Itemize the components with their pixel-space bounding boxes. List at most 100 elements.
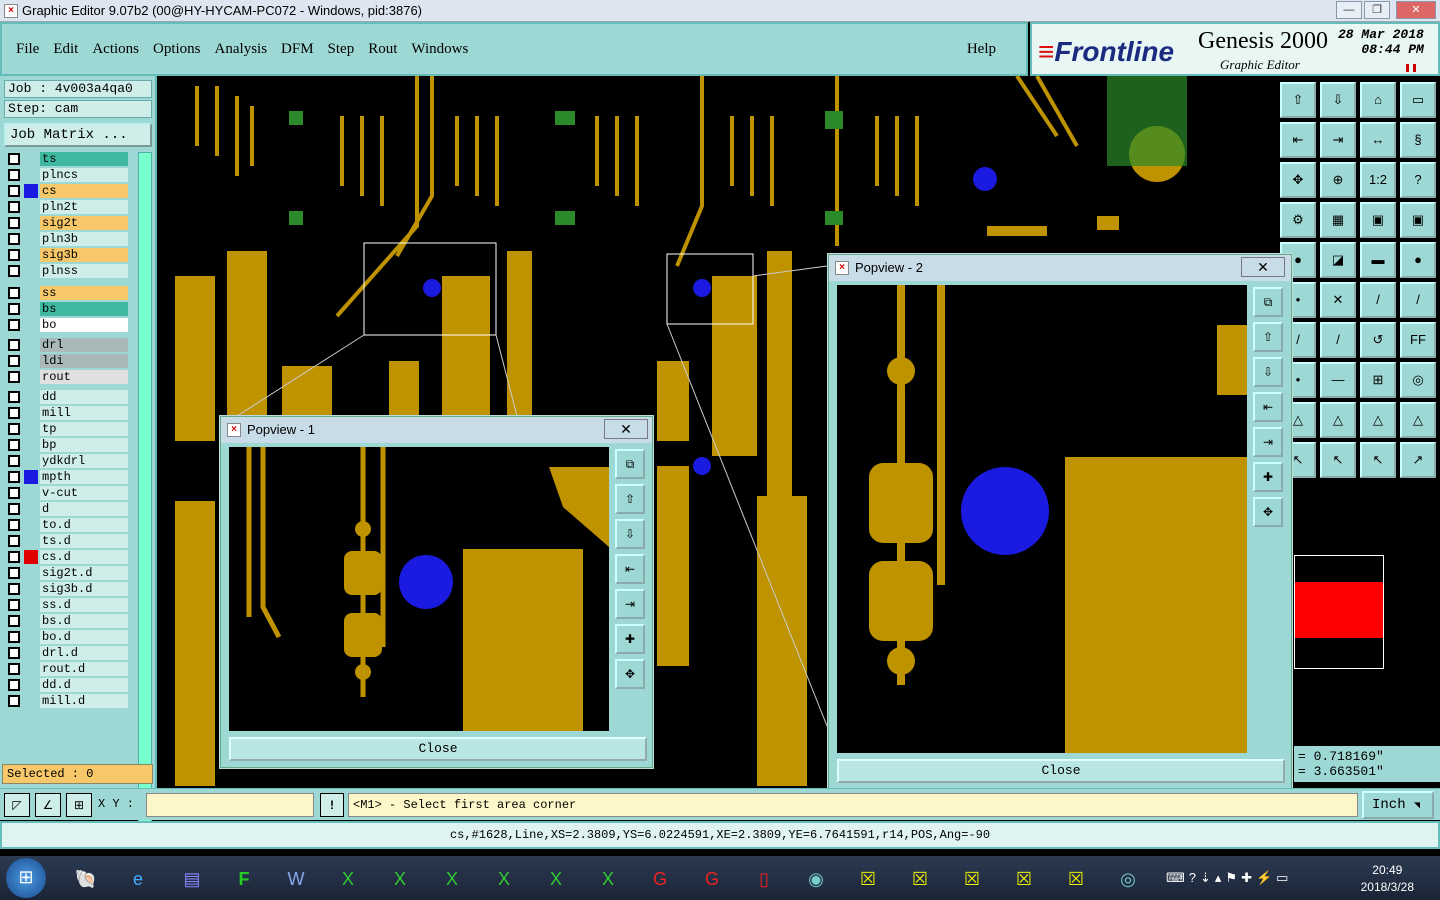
layer-row[interactable]: mill.d — [4, 694, 128, 708]
layer-row[interactable]: v-cut — [4, 486, 128, 500]
layer-list-scrollbar[interactable] — [138, 152, 152, 834]
layer-checkbox[interactable] — [8, 287, 20, 299]
layer-checkbox[interactable] — [8, 567, 20, 579]
ie-icon[interactable]: e — [116, 860, 160, 898]
window-x-icon-3[interactable]: ☒ — [950, 860, 994, 898]
genesis-icon-1[interactable]: G — [638, 860, 682, 898]
tool-button-icon[interactable]: ⇧ — [1280, 82, 1316, 118]
tool-button-icon[interactable]: ▬ — [1360, 242, 1396, 278]
tool-button-icon[interactable]: ▦ — [1320, 202, 1356, 238]
popview-1-zoom-in-icon[interactable]: ✚ — [615, 624, 645, 654]
tool-button-icon[interactable]: ↗ — [1400, 442, 1436, 478]
tool-button-icon[interactable]: ⊕ — [1320, 162, 1356, 198]
layer-checkbox[interactable] — [8, 355, 20, 367]
layer-checkbox[interactable] — [8, 695, 20, 707]
tool-button-icon[interactable]: § — [1400, 122, 1436, 158]
tool-button-icon[interactable]: ↔ — [1360, 122, 1396, 158]
layer-name[interactable]: bp — [40, 438, 128, 452]
tool-button-icon[interactable]: ▭ — [1400, 82, 1436, 118]
layer-row[interactable]: ts.d — [4, 534, 128, 548]
layer-checkbox[interactable] — [8, 303, 20, 315]
popview-2-close-button[interactable]: Close — [837, 759, 1285, 783]
units-selector[interactable]: Inch ◥ — [1362, 791, 1434, 819]
shell-icon[interactable]: 🐚 — [64, 860, 108, 898]
grid-tool-icon[interactable]: ⊞ — [66, 793, 92, 817]
layer-name[interactable]: mpth — [40, 470, 128, 484]
tool-button-icon[interactable]: 1:2 — [1360, 162, 1396, 198]
popview-1-pan-down-icon[interactable]: ⇩ — [615, 519, 645, 549]
bang-button[interactable]: ! — [320, 793, 344, 817]
layer-row[interactable]: rout — [4, 370, 128, 384]
tool-button-icon[interactable]: △ — [1320, 402, 1356, 438]
popview-2-pan-right-icon[interactable]: ⇥ — [1253, 427, 1283, 457]
layer-name[interactable]: ldi — [40, 354, 128, 368]
layer-name[interactable]: bs — [40, 302, 128, 316]
menu-analysis[interactable]: Analysis — [215, 41, 268, 58]
layer-name[interactable]: v-cut — [40, 486, 128, 500]
tool-button-icon[interactable]: ↖ — [1320, 442, 1356, 478]
layer-row[interactable]: cs.d — [4, 550, 128, 564]
layer-name[interactable]: sig3b.d — [40, 582, 128, 596]
layer-checkbox[interactable] — [8, 153, 20, 165]
popview-2-close-icon[interactable]: ✕ — [1241, 257, 1285, 277]
layer-checkbox[interactable] — [8, 535, 20, 547]
layer-name[interactable]: pln3b — [40, 232, 128, 246]
popview-1-zoom-out-icon[interactable]: ✥ — [615, 659, 645, 689]
popview-1-close-button[interactable]: Close — [229, 737, 647, 761]
layer-row[interactable]: drl — [4, 338, 128, 352]
layer-row[interactable]: ss — [4, 286, 128, 300]
layer-name[interactable]: plnss — [40, 264, 128, 278]
window-x-icon-1[interactable]: ☒ — [846, 860, 890, 898]
layer-checkbox[interactable] — [8, 201, 20, 213]
tool-button-icon[interactable]: ⌂ — [1360, 82, 1396, 118]
layer-name[interactable]: ts.d — [40, 534, 128, 548]
tool-button-icon[interactable]: ? — [1400, 162, 1436, 198]
menu-help[interactable]: Help — [967, 41, 996, 58]
layer-checkbox[interactable] — [8, 249, 20, 261]
excel-icon-2[interactable]: X — [378, 860, 422, 898]
layer-checkbox[interactable] — [8, 615, 20, 627]
layer-checkbox[interactable] — [8, 631, 20, 643]
tool-button-icon[interactable]: ✕ — [1320, 282, 1356, 318]
maximize-button[interactable]: ❐ — [1364, 1, 1390, 19]
excel-icon-3[interactable]: X — [430, 860, 474, 898]
popview-2-zoom-in-icon[interactable]: ✚ — [1253, 462, 1283, 492]
menu-windows[interactable]: Windows — [411, 41, 468, 58]
layer-checkbox[interactable] — [8, 185, 20, 197]
layer-name[interactable]: to.d — [40, 518, 128, 532]
pause-icon[interactable] — [1406, 64, 1416, 72]
layer-row[interactable]: to.d — [4, 518, 128, 532]
angle-tool-icon[interactable]: ∠ — [35, 793, 61, 817]
layer-checkbox[interactable] — [8, 391, 20, 403]
layer-checkbox[interactable] — [8, 439, 20, 451]
popview-1-zoom-icon[interactable]: ⧉ — [615, 449, 645, 479]
layer-row[interactable]: tp — [4, 422, 128, 436]
layer-row[interactable]: dd — [4, 390, 128, 404]
layer-checkbox[interactable] — [8, 407, 20, 419]
layer-name[interactable]: bo.d — [40, 630, 128, 644]
excel-icon-4[interactable]: X — [482, 860, 526, 898]
tool-button-icon[interactable]: ◎ — [1400, 362, 1436, 398]
layer-name[interactable]: dd.d — [40, 678, 128, 692]
popview-2-zoom-out-icon[interactable]: ✥ — [1253, 497, 1283, 527]
genesis-icon-2[interactable]: G — [690, 860, 734, 898]
layer-checkbox[interactable] — [8, 423, 20, 435]
layer-checkbox[interactable] — [8, 319, 20, 331]
tool-button-icon[interactable]: ▣ — [1400, 202, 1436, 238]
layer-row[interactable]: sig3b — [4, 248, 128, 262]
layer-checkbox[interactable] — [8, 583, 20, 595]
close-window-button[interactable]: ✕ — [1396, 1, 1436, 19]
layer-name[interactable]: cs.d — [40, 550, 128, 564]
layer-row[interactable]: sig2t — [4, 216, 128, 230]
layer-checkbox[interactable] — [8, 551, 20, 563]
popview-1-close-icon[interactable]: ✕ — [604, 419, 648, 439]
tool-button-icon[interactable]: — — [1320, 362, 1356, 398]
layer-row[interactable]: bs.d — [4, 614, 128, 628]
menu-rout[interactable]: Rout — [368, 41, 397, 58]
layer-row[interactable]: bo — [4, 318, 128, 332]
layer-name[interactable]: d — [40, 502, 128, 516]
tool-button-icon[interactable]: / — [1320, 322, 1356, 358]
tool-button-icon[interactable]: ◪ — [1320, 242, 1356, 278]
tool-button-icon[interactable]: ● — [1400, 242, 1436, 278]
word-icon[interactable]: W — [274, 860, 318, 898]
